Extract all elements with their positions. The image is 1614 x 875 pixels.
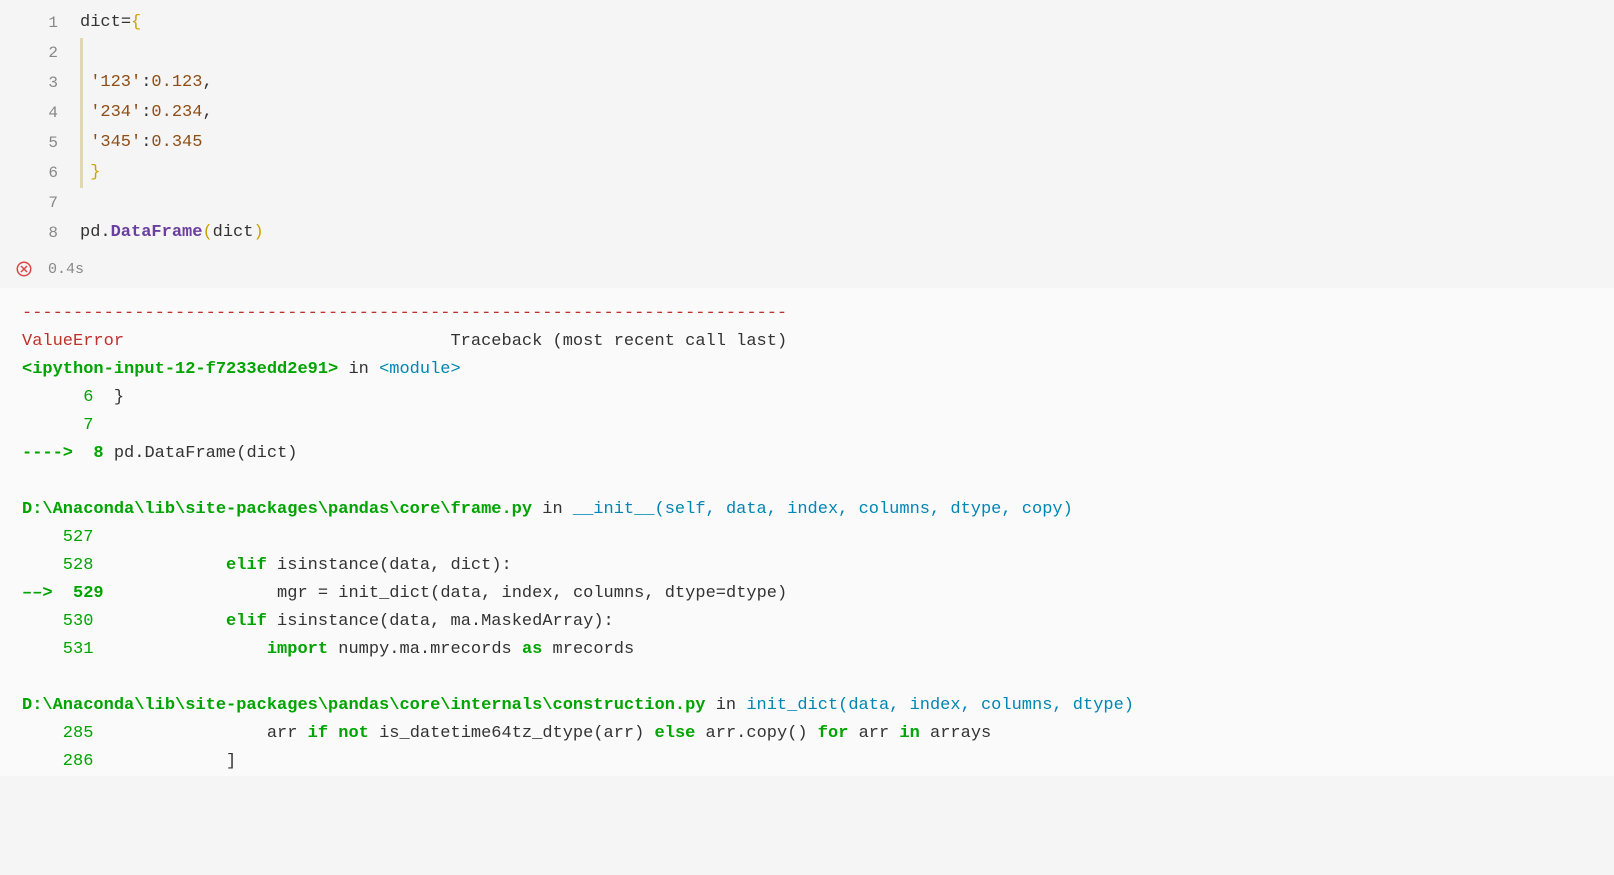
indent-guide	[80, 158, 83, 188]
code-line[interactable]: 7	[0, 188, 1614, 218]
line-number: 7	[0, 188, 80, 218]
code-content[interactable]	[80, 188, 1614, 218]
traceback-frame-header: D:\Anaconda\lib\site-packages\pandas\cor…	[22, 496, 1614, 524]
traceback-frame-line: ––> 529 mgr = init_dict(data, index, col…	[22, 580, 1614, 608]
code-content[interactable]: '345':0.345	[80, 128, 1614, 158]
code-cell-input[interactable]: 1dict={2 3 '123':0.123,4 '234':0.234,5 '…	[0, 0, 1614, 254]
traceback-frame-line: 7	[22, 412, 1614, 440]
traceback-frame-header: <ipython-input-12-f7233edd2e91> in <modu…	[22, 356, 1614, 384]
cell-output[interactable]: ----------------------------------------…	[0, 288, 1614, 776]
execution-status: 0.4s	[0, 254, 1614, 288]
traceback-header: ValueError Traceback (most recent call l…	[22, 328, 1614, 356]
code-line[interactable]: 8pd.DataFrame(dict)	[0, 218, 1614, 248]
traceback-frame-header: D:\Anaconda\lib\site-packages\pandas\cor…	[22, 692, 1614, 720]
line-number: 1	[0, 8, 80, 38]
code-content[interactable]: '123':0.123,	[80, 68, 1614, 98]
code-line[interactable]: 4 '234':0.234,	[0, 98, 1614, 128]
traceback-frame-line: ----> 8 pd.DataFrame(dict)	[22, 440, 1614, 468]
line-number: 8	[0, 218, 80, 248]
traceback-frame-line: 286 ]	[22, 748, 1614, 776]
line-number: 2	[0, 38, 80, 68]
traceback-frame-line: 6 }	[22, 384, 1614, 412]
line-number: 6	[0, 158, 80, 188]
blank-line	[22, 664, 1614, 692]
line-number: 4	[0, 98, 80, 128]
code-line[interactable]: 5 '345':0.345	[0, 128, 1614, 158]
error-icon	[0, 260, 48, 278]
traceback-frame-line: 530 elif isinstance(data, ma.MaskedArray…	[22, 608, 1614, 636]
traceback-separator: ----------------------------------------…	[22, 300, 1614, 328]
indent-guide	[80, 68, 83, 98]
line-number: 3	[0, 68, 80, 98]
execution-duration: 0.4s	[48, 261, 84, 278]
code-line[interactable]: 3 '123':0.123,	[0, 68, 1614, 98]
code-content[interactable]: '234':0.234,	[80, 98, 1614, 128]
traceback-frame-line: 531 import numpy.ma.mrecords as mrecords	[22, 636, 1614, 664]
code-line[interactable]: 1dict={	[0, 8, 1614, 38]
code-line[interactable]: 6 }	[0, 158, 1614, 188]
indent-guide	[80, 38, 83, 68]
line-number: 5	[0, 128, 80, 158]
code-content[interactable]: dict={	[80, 8, 1614, 38]
blank-line	[22, 468, 1614, 496]
code-line[interactable]: 2	[0, 38, 1614, 68]
traceback-frame-line: 285 arr if not is_datetime64tz_dtype(arr…	[22, 720, 1614, 748]
indent-guide	[80, 128, 83, 158]
traceback-frame-line: 528 elif isinstance(data, dict):	[22, 552, 1614, 580]
traceback-frame-line: 527	[22, 524, 1614, 552]
indent-guide	[80, 98, 83, 128]
code-content[interactable]	[80, 38, 1614, 68]
code-content[interactable]: pd.DataFrame(dict)	[80, 218, 1614, 248]
code-content[interactable]: }	[80, 158, 1614, 188]
